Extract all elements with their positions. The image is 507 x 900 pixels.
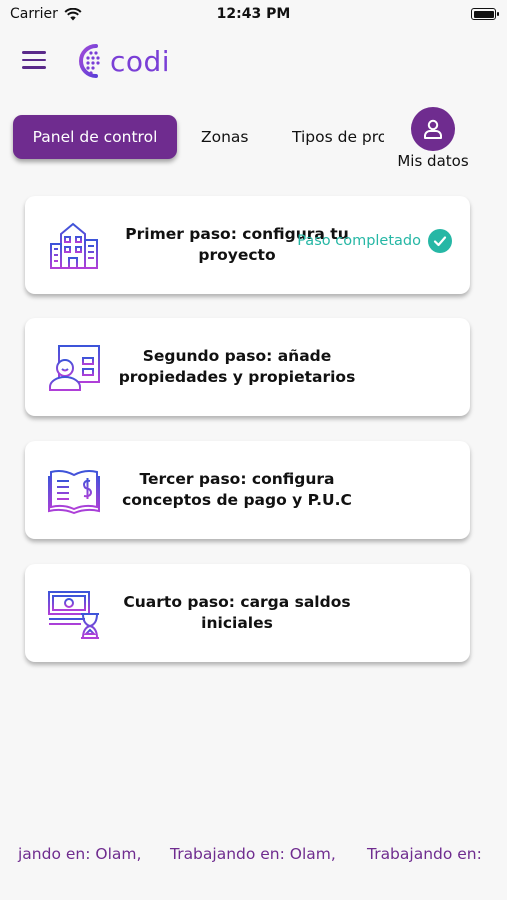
step-card-3[interactable]: Tercer paso: configura conceptos de pago… [25,441,470,539]
working-on-marquee: jando en: Olam, Trabajando en: Olam, Tra… [0,845,507,869]
clock: 12:43 PM [216,6,291,22]
step-1-status: Paso completado [297,229,452,253]
step-card-4[interactable]: Cuarto paso: carga saldos iniciales [25,564,470,662]
step-card-1[interactable]: Primer paso: configura tu proyecto Paso … [25,196,470,294]
owner-property-icon [48,345,100,391]
battery-icon [471,8,499,20]
user-icon [424,119,442,139]
hamburger-menu-icon[interactable] [22,51,46,71]
step-card-2[interactable]: Segundo paso: añade propiedades y propie… [25,318,470,416]
building-icon [48,222,100,269]
logo-text: codi [110,44,171,78]
tab-zonas[interactable]: Zonas [201,115,249,159]
step-1-status-text: Paso completado [297,232,421,249]
codi-logo: codi [76,42,170,80]
app-header: codi [0,36,507,92]
money-hourglass-icon [48,591,99,639]
my-data-button[interactable]: Mis datos [394,107,472,170]
marquee-item: Trabajando en: Olam, [170,845,336,863]
step-4-title: Cuarto paso: carga saldos iniciales [123,593,351,632]
tab-tipos-de-propiedad[interactable]: Tipos de pro [292,115,384,159]
tab-panel-de-control[interactable]: Panel de control [13,115,177,159]
user-avatar [411,107,455,151]
marquee-item: jando en: Olam, [18,845,142,863]
check-icon [428,229,452,253]
my-data-label: Mis datos [397,152,469,170]
step-2-title: Segundo paso: añade propiedades y propie… [118,347,356,386]
marquee-item: Trabajando en: [367,845,482,863]
payment-book-icon [48,470,100,515]
codi-logo-icon [79,44,100,78]
status-bar: Carrier 12:43 PM [0,0,507,30]
step-3-title: Tercer paso: configura conceptos de pago… [122,470,352,509]
